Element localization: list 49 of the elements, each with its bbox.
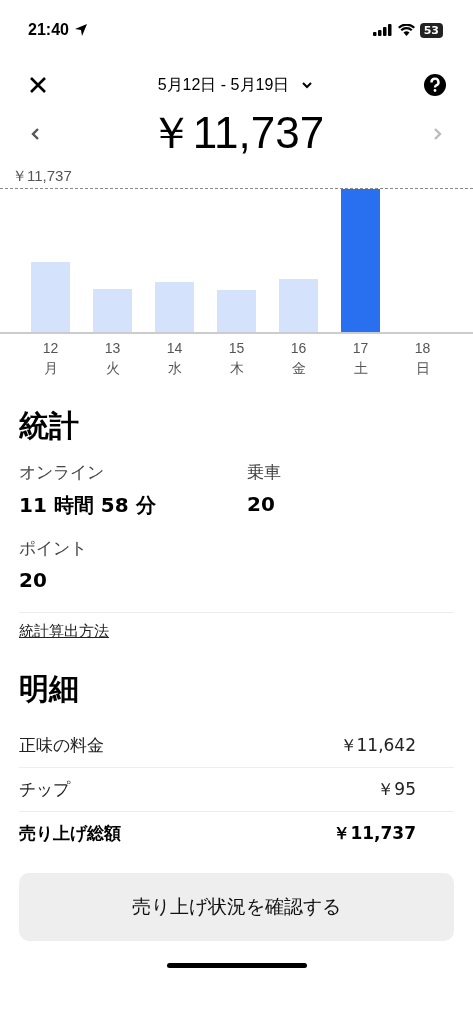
chevron-down-icon[interactable] xyxy=(301,81,314,89)
status-time: 21:40 xyxy=(28,21,69,39)
date-range[interactable]: 5月12日 - 5月19日 xyxy=(157,74,290,96)
bar[interactable] xyxy=(217,290,256,332)
location-arrow-icon xyxy=(73,23,88,37)
next-icon[interactable] xyxy=(433,126,443,141)
stat-value: 20 xyxy=(247,492,276,516)
detail-amount: ￥11,737 xyxy=(333,822,416,845)
day-label: 16 xyxy=(290,339,307,358)
bar[interactable] xyxy=(341,189,380,332)
battery-level: 53 xyxy=(419,22,443,38)
weekday-label: 日 xyxy=(415,359,430,378)
day-label: 18 xyxy=(414,339,431,358)
bar[interactable] xyxy=(279,279,318,332)
detail-label: 売り上げ総額 xyxy=(19,822,121,845)
weekday-label: 火 xyxy=(105,359,120,378)
stat-label: オンライン xyxy=(19,461,105,484)
bar[interactable] xyxy=(93,289,132,332)
detail-amount: ￥95 xyxy=(377,778,416,801)
stat-value: 11 時間 58 分 xyxy=(19,492,157,519)
weekday-label: 木 xyxy=(229,359,244,378)
weekday-label: 水 xyxy=(167,359,182,378)
section-title: 統計 xyxy=(19,407,80,445)
bar[interactable] xyxy=(31,262,70,332)
day-label: 13 xyxy=(104,339,121,358)
bar[interactable] xyxy=(155,282,194,332)
detail-label: チップ xyxy=(19,778,70,801)
weekday-label: 金 xyxy=(291,359,306,378)
stats-method-link[interactable]: 統計算出方法 xyxy=(19,622,109,640)
previous-icon[interactable] xyxy=(30,126,40,141)
stat-value: 20 xyxy=(19,568,48,592)
detail-label: 正味の料金 xyxy=(19,734,104,757)
section-title: 明細 xyxy=(19,670,80,708)
weekday-label: 月 xyxy=(43,359,58,378)
close-icon[interactable] xyxy=(29,76,47,94)
stat-label: ポイント xyxy=(19,537,88,560)
wifi-icon xyxy=(397,24,415,36)
day-label: 17 xyxy=(352,339,369,358)
total-earnings: ￥11,737 xyxy=(148,107,325,159)
stat-label: 乗車 xyxy=(247,461,282,484)
signal-icon xyxy=(372,24,393,36)
detail-amount: ￥11,642 xyxy=(339,734,416,757)
weekday-label: 土 xyxy=(353,359,368,378)
help-icon[interactable] xyxy=(424,74,446,96)
earnings-status-button[interactable]: 売り上げ状況を確認する xyxy=(19,873,454,941)
day-label: 15 xyxy=(228,339,245,358)
day-label: 14 xyxy=(166,339,183,358)
day-label: 12 xyxy=(42,339,59,358)
max-label: ￥11,737 xyxy=(11,167,73,186)
